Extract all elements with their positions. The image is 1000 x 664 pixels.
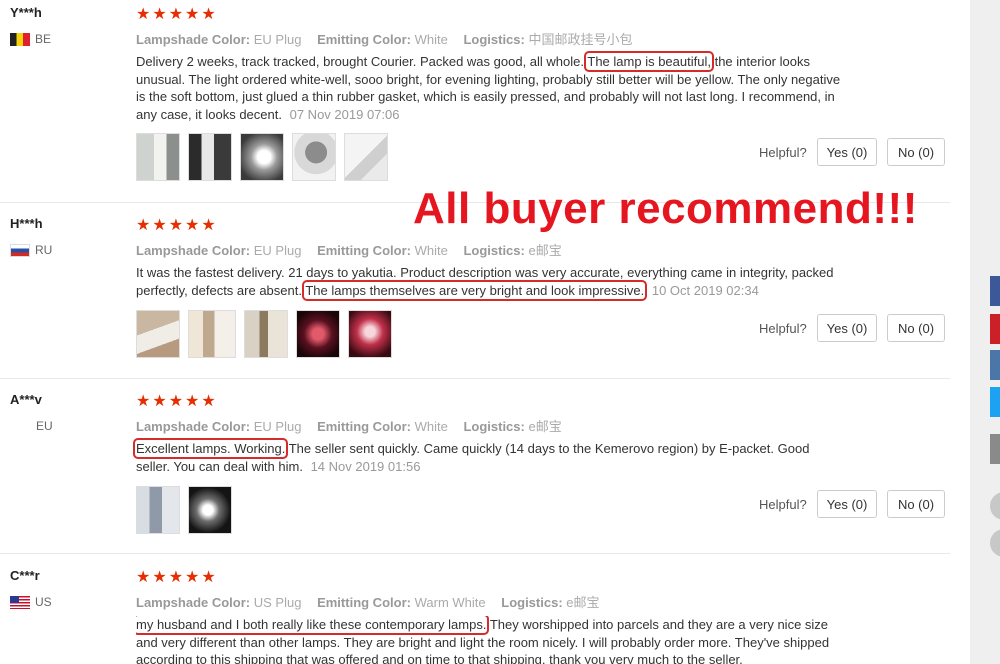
usa-flag-icon bbox=[10, 595, 30, 609]
review-photo[interactable] bbox=[136, 310, 180, 358]
divider bbox=[0, 553, 950, 554]
helpful-yes-button[interactable]: Yes (0) bbox=[817, 138, 877, 166]
review-photos bbox=[136, 310, 392, 358]
helpful-yes-button[interactable]: Yes (0) bbox=[817, 490, 877, 518]
review-text: Delivery 2 weeks, track tracked, brought… bbox=[136, 51, 841, 122]
helpful-label: Helpful? bbox=[759, 497, 807, 512]
facebook-share-icon[interactable] bbox=[990, 276, 1000, 306]
pinterest-share-icon[interactable] bbox=[990, 314, 1000, 344]
helpful-no-button[interactable]: No (0) bbox=[887, 490, 945, 518]
review-text: It was the fastest delivery. 21 days to … bbox=[136, 265, 834, 301]
review-date: 07 Nov 2019 07:06 bbox=[289, 106, 400, 122]
reviewer-country: EU bbox=[36, 419, 53, 433]
reviewer-name: C***r bbox=[10, 568, 40, 583]
review-photo[interactable] bbox=[136, 133, 180, 181]
russia-flag-icon bbox=[10, 243, 30, 257]
review-text: my husband and I both really like these … bbox=[136, 616, 830, 664]
highlighted-phrase: Excellent lamps. Working. bbox=[132, 438, 289, 459]
reviewer-name: A***v bbox=[10, 392, 42, 407]
belgium-flag-icon bbox=[10, 32, 30, 46]
reviewer-country: BE bbox=[10, 32, 51, 46]
review-photo[interactable] bbox=[348, 310, 392, 358]
divider bbox=[0, 378, 950, 379]
reviews-panel: Y***h BE ★★★★★ Lampshade Color: EU Plug … bbox=[0, 0, 970, 664]
highlighted-phrase: The lamps themselves are very bright and… bbox=[302, 279, 648, 301]
review-attributes: Lampshade Color: EU Plug Emitting Color:… bbox=[136, 419, 562, 434]
review-photo[interactable] bbox=[136, 486, 180, 534]
helpful-no-button[interactable]: No (0) bbox=[887, 314, 945, 342]
review-photos bbox=[136, 486, 232, 534]
review-attributes: Lampshade Color: US Plug Emitting Color:… bbox=[136, 595, 600, 610]
rating-stars: ★★★★★ bbox=[136, 6, 218, 23]
review-attributes: Lampshade Color: EU Plug Emitting Color:… bbox=[136, 243, 562, 258]
highlighted-phrase: my husband and I both really like these … bbox=[136, 616, 490, 635]
rating-stars: ★★★★★ bbox=[136, 569, 218, 586]
rating-stars: ★★★★★ bbox=[136, 217, 218, 234]
helpful-no-button[interactable]: No (0) bbox=[887, 138, 945, 166]
reviewer-country: RU bbox=[10, 243, 52, 257]
helpful-yes-button[interactable]: Yes (0) bbox=[817, 314, 877, 342]
reviewer-name: H***h bbox=[10, 216, 43, 231]
review-photos bbox=[136, 133, 388, 181]
helpful-label: Helpful? bbox=[759, 145, 807, 160]
review-photo[interactable] bbox=[296, 310, 340, 358]
review-date: 10 Oct 2019 02:34 bbox=[651, 282, 759, 298]
share-more-icon[interactable] bbox=[990, 434, 1000, 464]
review-date: 14 Nov 2019 01:56 bbox=[310, 458, 421, 474]
helpful-label: Helpful? bbox=[759, 321, 807, 336]
promo-overlay-text: All buyer recommend!!! bbox=[413, 184, 918, 233]
review-photo[interactable] bbox=[188, 133, 232, 181]
review-photo[interactable] bbox=[344, 133, 388, 181]
review-photo[interactable] bbox=[188, 486, 232, 534]
reviewer-country: US bbox=[10, 595, 52, 609]
review-photo[interactable] bbox=[188, 310, 236, 358]
review-photo[interactable] bbox=[292, 133, 336, 181]
review-photo[interactable] bbox=[240, 133, 284, 181]
vk-share-icon[interactable] bbox=[990, 350, 1000, 380]
reviewer-name: Y***h bbox=[10, 5, 42, 20]
highlighted-phrase: The lamp is beautiful, bbox=[584, 51, 714, 72]
review-photo[interactable] bbox=[244, 310, 288, 358]
review-text: Excellent lamps. Working. The seller sen… bbox=[132, 438, 810, 474]
rating-stars: ★★★★★ bbox=[136, 393, 218, 410]
twitter-share-icon[interactable] bbox=[990, 387, 1000, 417]
review-attributes: Lampshade Color: EU Plug Emitting Color:… bbox=[136, 32, 633, 47]
